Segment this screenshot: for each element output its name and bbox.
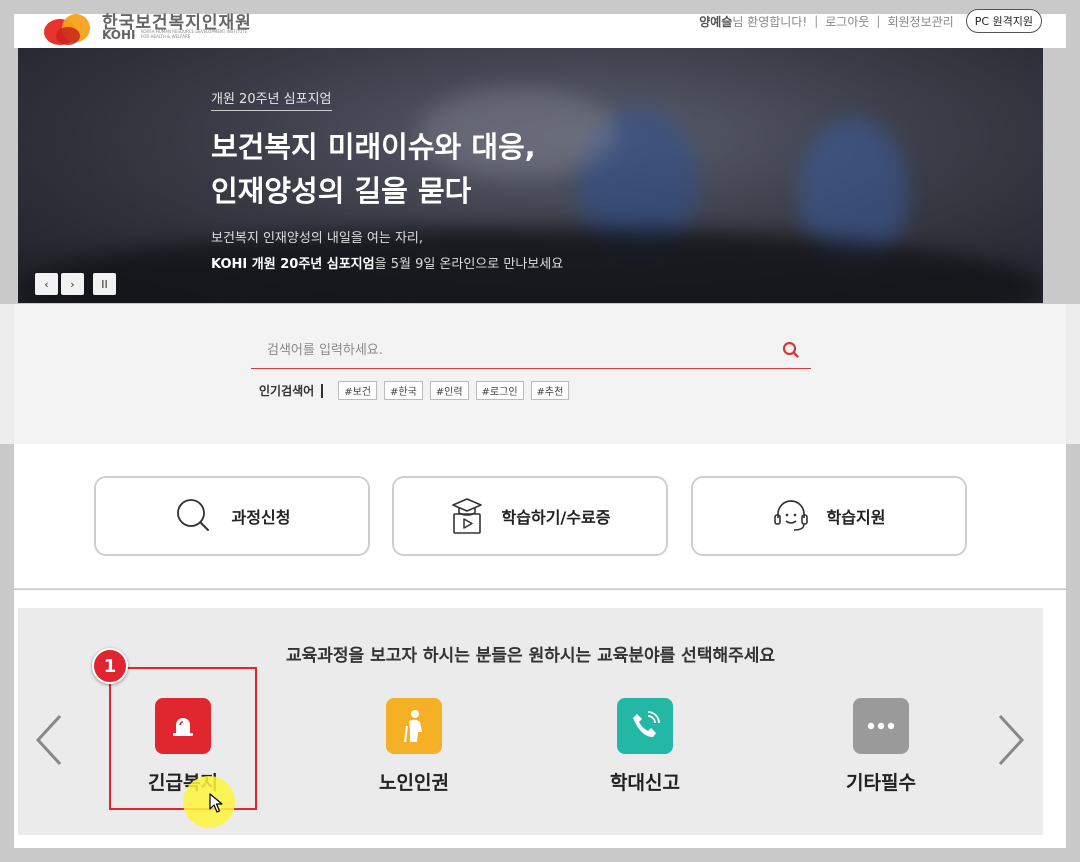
- chevron-left-icon[interactable]: [32, 712, 66, 768]
- logout-link[interactable]: 로그아웃: [825, 13, 869, 30]
- learning-support-label: 학습지원: [826, 508, 886, 527]
- category-other-required[interactable]: 기타필수: [811, 698, 951, 795]
- separator: |: [814, 14, 819, 28]
- learning-certificate-button[interactable]: 학습하기/수료증: [392, 476, 668, 556]
- hero-controls: ‹ › II: [35, 273, 116, 295]
- highlight-box: [109, 667, 257, 810]
- elderly-person-icon: [386, 698, 442, 754]
- page: 한국보건복지인재원 KOHI KOREA HUMAN RESOURCE DEVE…: [0, 0, 1080, 862]
- popular-keywords: 인기검색어 #보건 #한국 #인력 #로그인 #추천: [259, 381, 576, 400]
- hero-title-line2: 인재양성의 길을 묻다: [211, 174, 472, 208]
- keyword-tag[interactable]: #인력: [429, 381, 469, 400]
- site-header: 한국보건복지인재원 KOHI KOREA HUMAN RESOURCE DEVE…: [14, 9, 1066, 48]
- more-dots-icon: [853, 698, 909, 754]
- separator: |: [876, 14, 881, 28]
- utility-nav: 양예슬님 환영합니다! | 로그아웃 | 회원정보관리 PC 원격지원: [699, 9, 1042, 33]
- hero-description-line2: KOHI 개원 20주년 심포지엄을 5월 9일 온라인으로 만나보세요: [211, 253, 563, 272]
- hero-title: 보건복지 미래이슈와 대응, 인재양성의 길을 묻다: [211, 125, 563, 213]
- welcome-message: 양예슬님 환영합니다!: [699, 13, 807, 30]
- keyword-tag[interactable]: #한국: [383, 381, 423, 400]
- search-section: [0, 304, 1080, 444]
- pc-remote-support-button[interactable]: PC 원격지원: [965, 9, 1042, 33]
- certificate-icon: [451, 498, 482, 534]
- course-application-label: 과정신청: [231, 508, 291, 527]
- category-elderly-rights[interactable]: 노인인권: [344, 698, 484, 795]
- category-label: 노인인권: [379, 772, 449, 794]
- phone-call-icon: [617, 698, 673, 754]
- logo-english-subtitle: KOREA HUMAN RESOURCE DEVELOPMENT INSTITU…: [141, 29, 248, 39]
- search-icon: [176, 499, 209, 531]
- keyword-tag[interactable]: #로그인: [475, 381, 524, 400]
- hero-next-button[interactable]: ›: [61, 273, 84, 295]
- hero-text: 개원 20주년 심포지엄 보건복지 미래이슈와 대응, 인재양성의 길을 묻다 …: [211, 88, 563, 272]
- hero-description-line1: 보건복지 인재양성의 내일을 여는 자리,: [211, 231, 424, 246]
- category-label: 기타필수: [846, 772, 916, 794]
- member-info-link[interactable]: 회원정보관리: [887, 13, 953, 30]
- search-section-inner: [14, 304, 1066, 444]
- course-application-button[interactable]: 과정신청: [94, 476, 370, 556]
- step-number-badge: 1: [92, 648, 128, 684]
- hero-pause-button[interactable]: II: [93, 273, 116, 295]
- category-abuse-report[interactable]: 학대신고: [575, 698, 715, 795]
- chevron-right-icon[interactable]: [994, 712, 1028, 768]
- search-icon[interactable]: [781, 340, 801, 360]
- category-label: 학대신고: [610, 772, 680, 794]
- logo-mark-icon: [44, 14, 90, 45]
- headset-icon: [773, 500, 808, 531]
- welcome-suffix: 님 환영합니다!: [732, 14, 808, 29]
- hero-title-line1: 보건복지 미래이슈와 대응,: [211, 130, 536, 164]
- hero-prev-button[interactable]: ‹: [35, 273, 58, 295]
- kohi-logo[interactable]: 한국보건복지인재원 KOHI KOREA HUMAN RESOURCE DEVE…: [42, 6, 251, 50]
- search-box: [251, 333, 811, 369]
- keyword-tag[interactable]: #보건: [338, 381, 377, 400]
- learning-certificate-label: 학습하기/수료증: [501, 508, 611, 527]
- quick-menu: 과정신청 학습하기/수료증 학습지원: [14, 444, 1066, 589]
- search-input[interactable]: [251, 333, 771, 367]
- keyword-tag[interactable]: #추천: [530, 381, 570, 400]
- category-heading: 교육과정을 보고자 하시는 분들은 원하시는 교육분야를 선택해주세요: [285, 646, 776, 666]
- hero-banner[interactable]: 개원 20주년 심포지엄 보건복지 미래이슈와 대응, 인재양성의 길을 묻다 …: [18, 48, 1043, 303]
- logo-english-name: KOHI: [102, 28, 136, 42]
- popular-keywords-label: 인기검색어: [259, 383, 324, 398]
- hero-description-rest: 을 5월 9일 온라인으로 만나보세요: [374, 257, 564, 272]
- learning-support-button[interactable]: 학습지원: [691, 476, 967, 556]
- hero-tag: 개원 20주년 심포지엄: [211, 88, 332, 111]
- user-name: 양예슬: [699, 14, 733, 29]
- mouse-cursor-icon: [209, 793, 223, 813]
- hero-description-bold: KOHI 개원 20주년 심포지엄: [211, 257, 375, 272]
